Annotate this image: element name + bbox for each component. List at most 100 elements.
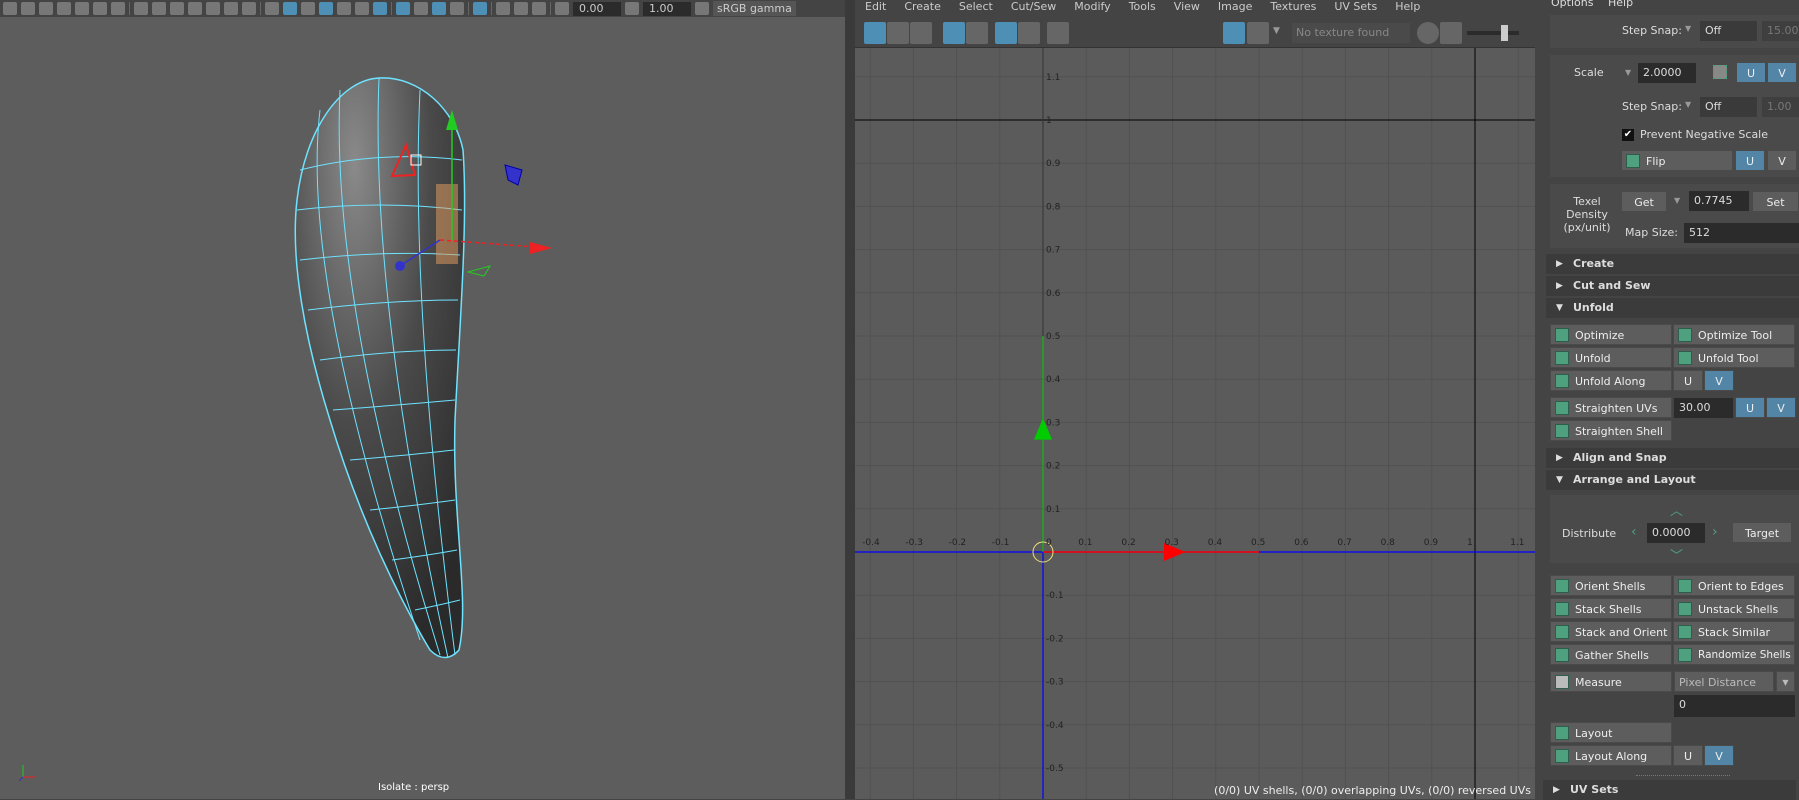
- set-texel-button[interactable]: Set: [1752, 191, 1799, 212]
- menu-view[interactable]: View: [1174, 0, 1200, 13]
- rotate-snap-value[interactable]: 15.00: [1762, 21, 1799, 41]
- randomize-shells-button[interactable]: Randomize Shells: [1673, 644, 1795, 665]
- texel-density-field[interactable]: 0.7745: [1689, 191, 1749, 211]
- section-cut-and-sew[interactable]: ▶ Cut and Sew: [1546, 276, 1799, 296]
- section-arrange-and-layout[interactable]: ▼ Arrange and Layout: [1546, 470, 1799, 490]
- rotate-snap-dropdown[interactable]: Off: [1700, 21, 1757, 41]
- measure-value-field[interactable]: 0: [1674, 695, 1795, 717]
- straighten-v-button[interactable]: V: [1766, 397, 1796, 418]
- display-image-icon[interactable]: [1223, 22, 1245, 44]
- mesh-object[interactable]: [0, 0, 845, 799]
- flip-u-button[interactable]: U: [1735, 150, 1765, 171]
- section-unfold[interactable]: ▼ Unfold: [1546, 298, 1799, 318]
- straighten-angle-field[interactable]: 30.00: [1674, 398, 1733, 418]
- image-icon[interactable]: [1440, 22, 1462, 44]
- menu-options[interactable]: Options: [1551, 0, 1593, 9]
- panel-splitter[interactable]: [845, 0, 855, 799]
- gather-shells-button[interactable]: Gather Shells: [1550, 644, 1672, 665]
- randomize-shells-icon: [1678, 648, 1692, 662]
- menu-help[interactable]: Help: [1395, 0, 1420, 13]
- scale-uniform-icon[interactable]: [1713, 65, 1727, 79]
- flip-button[interactable]: Flip: [1621, 150, 1733, 171]
- menu-select[interactable]: Select: [959, 0, 993, 13]
- measure-mode-dropdown[interactable]: Pixel Distance: [1674, 671, 1774, 692]
- texture-dropdown[interactable]: No texture found: [1292, 23, 1410, 43]
- layout-along-button[interactable]: Layout Along: [1550, 745, 1672, 766]
- layout-along-v-button[interactable]: V: [1704, 745, 1734, 766]
- distribute-right-icon[interactable]: ›: [1712, 524, 1718, 540]
- resize-handle[interactable]: [1636, 775, 1730, 776]
- uv-layout-icon[interactable]: [887, 22, 909, 44]
- map-size-field[interactable]: 512: [1684, 223, 1799, 243]
- stack-shells-button[interactable]: Stack Shells: [1550, 598, 1672, 619]
- checker-icon[interactable]: [1247, 22, 1269, 44]
- get-texel-button[interactable]: Get: [1621, 191, 1667, 212]
- layout-along-u-button[interactable]: U: [1673, 745, 1703, 766]
- scale-snap-value[interactable]: 1.00: [1762, 97, 1799, 117]
- optimize-tool-button[interactable]: Optimize Tool: [1673, 324, 1795, 345]
- optimize-button[interactable]: Optimize: [1550, 324, 1672, 345]
- unfold-button[interactable]: Unfold: [1550, 347, 1672, 368]
- chevron-down-icon[interactable]: ▼: [1273, 26, 1280, 36]
- unfold-along-v-button[interactable]: V: [1704, 370, 1734, 391]
- menu-uv-sets[interactable]: UV Sets: [1334, 0, 1377, 13]
- menu-image[interactable]: Image: [1218, 0, 1252, 13]
- scale-u-button[interactable]: U: [1736, 62, 1766, 83]
- straighten-u-button[interactable]: U: [1735, 397, 1765, 418]
- stack-and-orient-button[interactable]: Stack and Orient: [1550, 621, 1672, 642]
- unfold-tool-button[interactable]: Unfold Tool: [1673, 347, 1795, 368]
- pixel-snap-icon[interactable]: [1018, 22, 1040, 44]
- uv-shell-icon[interactable]: [864, 22, 886, 44]
- menu-tools[interactable]: Tools: [1129, 0, 1156, 13]
- chevron-down-icon[interactable]: ▼: [1776, 671, 1795, 692]
- target-button[interactable]: Target: [1732, 522, 1792, 543]
- uv-status-text: (0/0) UV shells, (0/0) overlapping UVs, …: [1214, 784, 1531, 797]
- distribute-down-icon[interactable]: ﹀: [1670, 545, 1683, 564]
- chevron-down-icon[interactable]: ▼: [1674, 196, 1680, 205]
- scale-v-button[interactable]: V: [1767, 62, 1797, 83]
- menu-edit[interactable]: Edit: [865, 0, 886, 13]
- unfold-along-u-button[interactable]: U: [1673, 370, 1703, 391]
- rgb-channels-icon[interactable]: [1417, 22, 1439, 44]
- snapshot-icon[interactable]: [1047, 22, 1069, 44]
- section-uv-sets[interactable]: ▶ UV Sets: [1543, 780, 1796, 800]
- uv-distortion-icon[interactable]: [910, 22, 932, 44]
- distribute-left-icon[interactable]: ‹: [1631, 524, 1637, 540]
- orient-to-edges-button[interactable]: Orient to Edges: [1673, 575, 1795, 596]
- perspective-viewport[interactable]: 0.00 1.00 sRGB gamma Isolate : persp: [0, 0, 845, 799]
- shaded-uv-icon[interactable]: [943, 22, 965, 44]
- uv-toolbar: ▼ No texture found: [855, 18, 1535, 48]
- chevron-down-icon[interactable]: ▼: [1685, 24, 1691, 33]
- flip-v-button[interactable]: V: [1767, 150, 1797, 171]
- prevent-negative-checkbox[interactable]: ✔: [1622, 129, 1634, 141]
- chevron-down-icon[interactable]: ▼: [1685, 100, 1691, 109]
- chevron-down-icon[interactable]: ▼: [1625, 68, 1631, 77]
- straighten-shell-icon: [1555, 424, 1569, 438]
- unfold-along-button[interactable]: Unfold Along: [1550, 370, 1672, 391]
- straighten-shell-button[interactable]: Straighten Shell: [1550, 420, 1672, 441]
- stack-similar-button[interactable]: Stack Similar: [1673, 621, 1795, 642]
- orient-shells-icon: [1555, 579, 1569, 593]
- uv-editor[interactable]: Edit Create Select Cut/Sew Modify Tools View Im…: [855, 0, 1535, 799]
- v-tick-label: 0.1: [1046, 505, 1060, 515]
- menu-modify[interactable]: Modify: [1074, 0, 1110, 13]
- distribute-up-icon[interactable]: ︿: [1670, 500, 1683, 519]
- orient-shells-button[interactable]: Orient Shells: [1550, 575, 1672, 596]
- uv-grid[interactable]: -0.4 -0.3 -0.2 -0.1 0 0.1 0.2 0.3 0.4 0.5 0.6 0.7 0.…: [855, 48, 1535, 799]
- brightness-slider[interactable]: [1467, 25, 1519, 41]
- scale-snap-dropdown[interactable]: Off: [1700, 97, 1757, 117]
- unstack-shells-button[interactable]: Unstack Shells: [1673, 598, 1795, 619]
- texture-borders-icon[interactable]: [966, 22, 988, 44]
- straighten-uvs-button[interactable]: Straighten UVs: [1550, 397, 1672, 418]
- menu-textures[interactable]: Textures: [1270, 0, 1316, 13]
- distribute-field[interactable]: 0.0000: [1647, 523, 1705, 543]
- layout-button[interactable]: Layout: [1550, 722, 1672, 743]
- menu-create[interactable]: Create: [904, 0, 941, 13]
- scale-field[interactable]: 2.0000: [1638, 63, 1696, 83]
- section-align-and-snap[interactable]: ▶ Align and Snap: [1546, 448, 1799, 468]
- menu-cut-sew[interactable]: Cut/Sew: [1011, 0, 1056, 13]
- section-create[interactable]: ▶ Create: [1546, 254, 1799, 274]
- grid-toggle-icon[interactable]: [995, 22, 1017, 44]
- measure-button[interactable]: Measure: [1550, 671, 1672, 692]
- menu-help[interactable]: Help: [1608, 0, 1633, 9]
